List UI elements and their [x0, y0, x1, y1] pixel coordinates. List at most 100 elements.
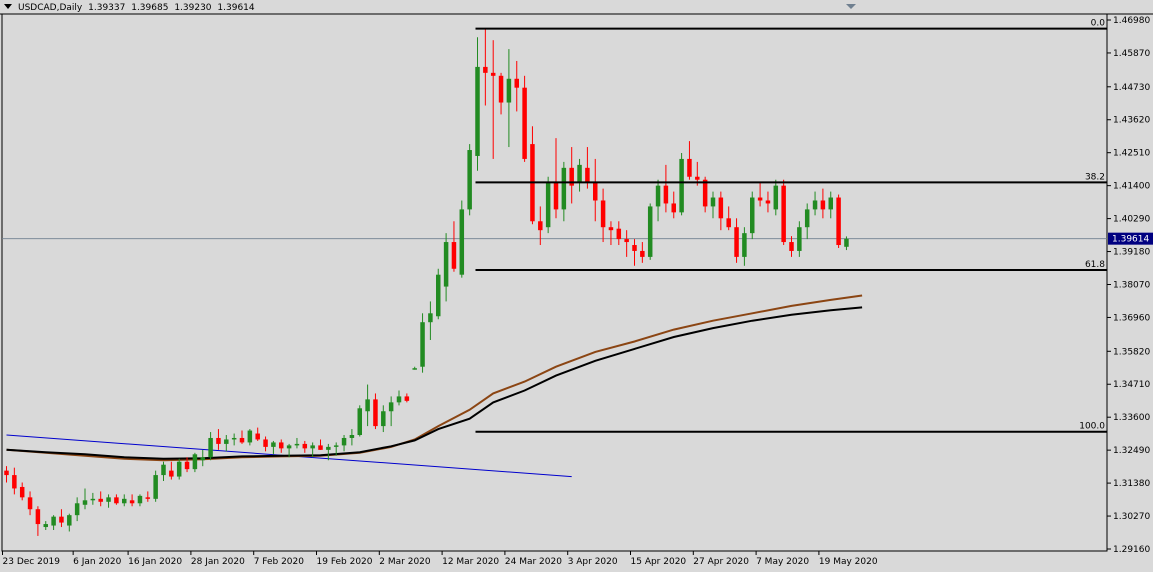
candle-body: [381, 411, 386, 427]
y-axis-tick-label: 1.33600: [1113, 413, 1150, 423]
candle: [789, 236, 794, 257]
candle-body: [263, 439, 268, 447]
current-price-label: 1.39614: [1112, 235, 1149, 245]
candle: [632, 239, 637, 266]
candle-body: [326, 446, 331, 450]
candle: [420, 313, 425, 373]
candle-body: [239, 437, 245, 443]
candle: [404, 393, 410, 403]
candle-body: [98, 498, 103, 502]
candle: [451, 221, 457, 272]
candle-body: [671, 203, 676, 213]
candle-body: [396, 396, 402, 403]
candle: [687, 141, 692, 180]
candle-body: [459, 209, 465, 275]
candle-body: [836, 197, 841, 246]
candle: [443, 233, 449, 302]
plot-border: [1, 13, 1108, 552]
candle-body: [475, 66, 480, 156]
candle-body: [137, 495, 143, 504]
x-axis-tick-label: 23 Dec 2019: [3, 557, 61, 567]
candle-body: [19, 486, 25, 498]
fib-level-label: 100.0: [1079, 422, 1105, 432]
candle-body: [224, 439, 229, 444]
candle-body: [357, 408, 362, 436]
candle-body: [420, 322, 425, 367]
candle-body: [679, 158, 684, 213]
candle: [27, 491, 33, 516]
candle: [381, 405, 386, 433]
candle: [593, 158, 598, 222]
y-axis-tick-label: 1.36960: [1113, 313, 1150, 323]
chart-shift-marker-icon: [846, 4, 856, 9]
x-axis-tick-label: 16 Jan 2020: [128, 557, 182, 567]
candle: [192, 452, 198, 473]
x-axis-tick-label: 15 Apr 2020: [631, 557, 687, 567]
x-axis-tick-label: 19 May 2020: [819, 557, 878, 567]
candle: [569, 147, 574, 204]
candle: [490, 40, 496, 159]
candle-body: [176, 461, 182, 477]
candle: [781, 179, 786, 246]
candle: [640, 242, 645, 263]
x-axis-tick-label: 7 May 2020: [756, 557, 809, 567]
x-axis-tick-label: 6 Jan 2020: [73, 557, 121, 567]
candle: [545, 176, 551, 234]
candle-body: [624, 239, 629, 243]
y-axis-tick-label: 1.39180: [1113, 248, 1150, 258]
candle: [828, 191, 833, 219]
chart-frame[interactable]: USDCAD,Daily 1.39337 1.39685 1.39230 1.3…: [0, 0, 1153, 572]
candle-body: [341, 437, 347, 446]
candle: [804, 203, 810, 240]
candle-body: [553, 182, 559, 210]
candle-body: [302, 443, 308, 449]
candle: [239, 430, 245, 444]
candle: [153, 470, 158, 502]
candle-body: [216, 437, 221, 444]
candle: [514, 60, 519, 112]
candle-body: [616, 228, 622, 240]
candle-body: [443, 242, 449, 287]
x-axis-tick-label: 19 Feb 2020: [317, 557, 373, 567]
candle: [114, 494, 119, 505]
candle: [522, 75, 527, 162]
candle: [734, 218, 739, 263]
candle-body: [247, 430, 253, 443]
candle-body: [781, 185, 786, 243]
candle-body: [43, 524, 48, 528]
candle-body: [702, 179, 708, 207]
y-axis-tick-label: 1.34710: [1113, 380, 1150, 390]
candle-body: [184, 461, 190, 470]
candle-body: [169, 470, 174, 477]
candle-body: [294, 443, 300, 446]
candle: [35, 506, 41, 536]
candle-body: [640, 250, 645, 257]
candle-body: [695, 176, 700, 180]
candle: [820, 188, 826, 219]
candle: [679, 152, 684, 216]
candle: [161, 461, 166, 482]
candle: [341, 435, 347, 452]
candle: [663, 164, 669, 213]
candle-body: [844, 238, 849, 247]
candle: [357, 405, 362, 437]
candle-body: [145, 497, 151, 499]
candle-body: [545, 182, 551, 228]
price-chart[interactable]: 1.46980 1.45870 1.44730 1.43620 1.42510 1.414…: [0, 0, 1153, 572]
candle: [169, 461, 174, 480]
candle-body: [388, 402, 394, 412]
candle: [373, 393, 378, 430]
candle: [82, 488, 88, 510]
candle-body: [750, 197, 755, 234]
candle-body: [585, 167, 590, 183]
candle: [302, 440, 308, 453]
candle: [655, 179, 661, 222]
candle-body: [773, 185, 779, 210]
candle: [263, 436, 268, 452]
candle-body: [757, 197, 763, 201]
candle-body: [655, 185, 661, 207]
y-axis-tick-label: 1.29160: [1113, 545, 1150, 555]
candle-body: [436, 274, 441, 317]
candle-body: [593, 182, 598, 201]
candle-body: [451, 242, 457, 269]
